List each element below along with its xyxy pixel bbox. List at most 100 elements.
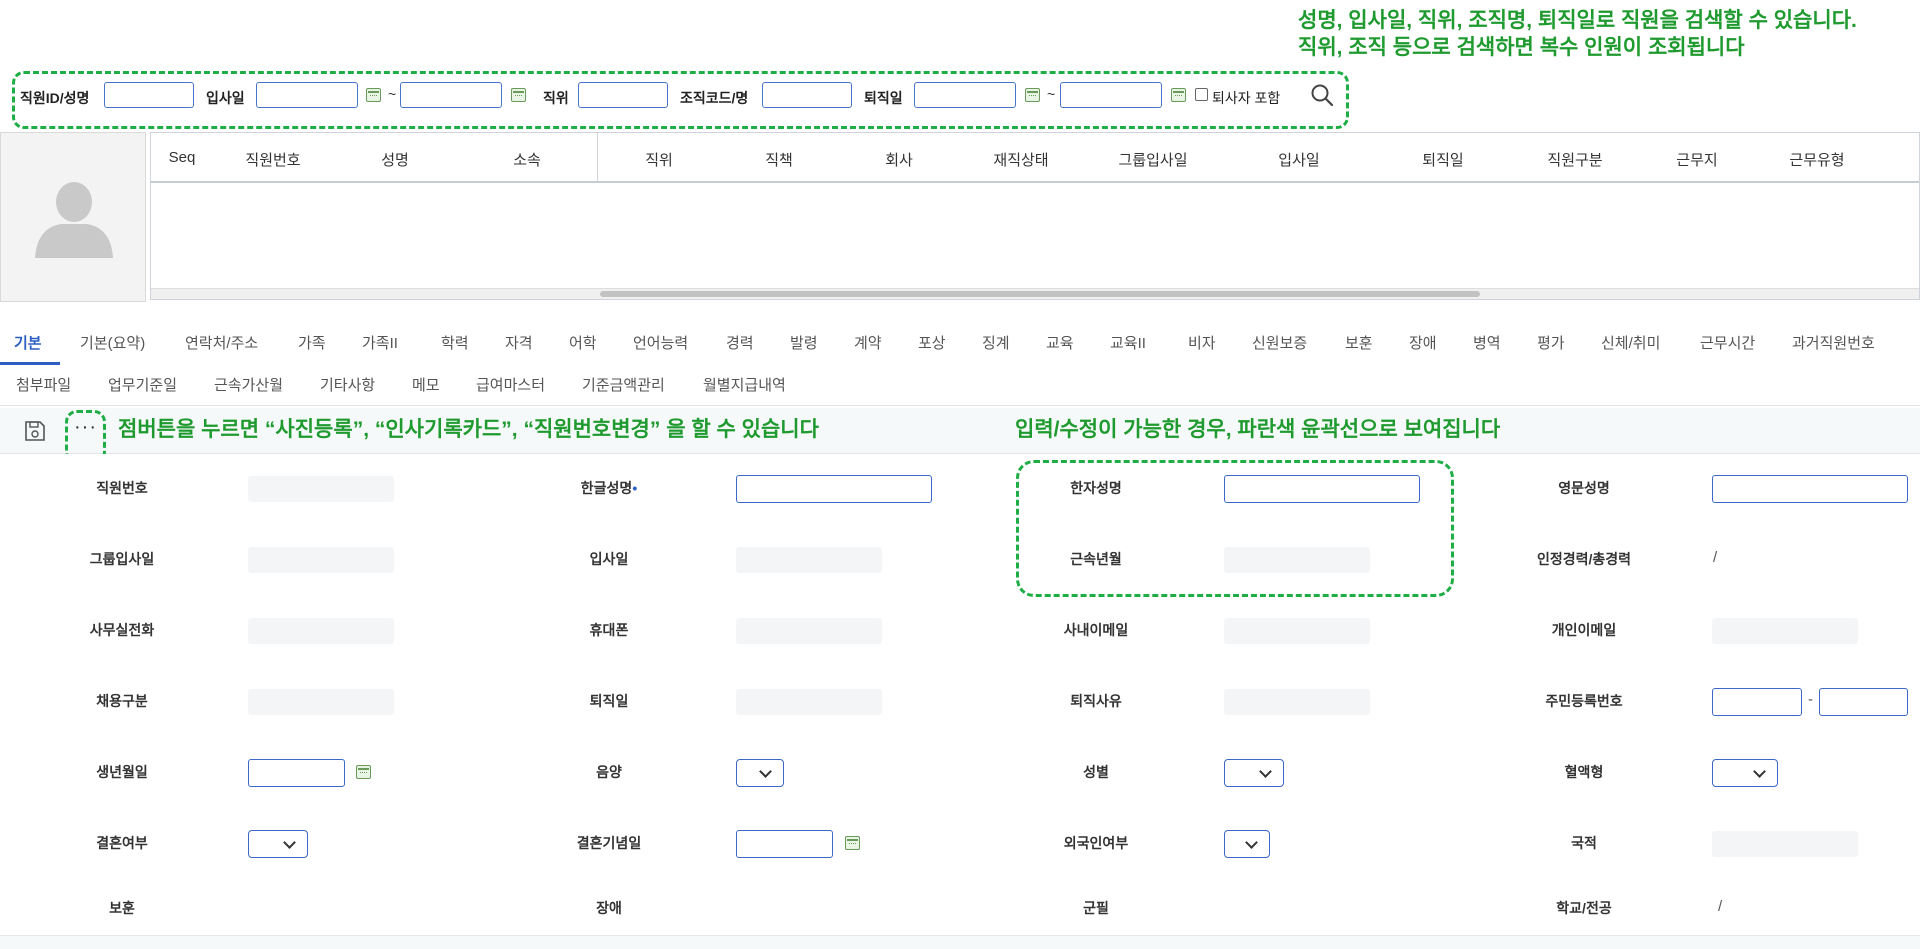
tab-work-hours[interactable]: 근무시간	[1700, 332, 1755, 353]
group-hire-date-label: 그룹입사일	[89, 551, 155, 567]
foreigner-select[interactable]	[1224, 830, 1270, 858]
rrn-separator: -	[1808, 691, 1813, 708]
mobile-value	[736, 618, 882, 644]
retire-date-field-label: 퇴직일	[589, 693, 629, 709]
tab-past-emp-no[interactable]: 과거직원번호	[1792, 332, 1875, 353]
grid-col-group-hire[interactable]: 그룹입사일	[1118, 149, 1187, 170]
tab-discipline[interactable]: 징계	[982, 332, 1010, 353]
tab-family[interactable]: 가족	[298, 332, 326, 353]
grid-col-company[interactable]: 회사	[885, 149, 913, 170]
grid-col-name[interactable]: 성명	[381, 149, 409, 170]
grid-col-retire[interactable]: 퇴직일	[1422, 149, 1463, 170]
calendar-icon[interactable]	[511, 88, 526, 102]
foreigner-label: 외국인여부	[1063, 835, 1129, 851]
calendar-icon[interactable]	[366, 88, 381, 102]
tab-training[interactable]: 교육	[1046, 332, 1074, 353]
tab-language-skill[interactable]: 언어능력	[633, 332, 688, 353]
veteran-label: 보훈	[109, 900, 135, 916]
employee-grid[interactable]: Seq 직원번호 성명 소속 직위 직책 회사 재직상태 그룹입사일 입사일 퇴…	[150, 132, 1920, 300]
blood-type-label: 혈액형	[1564, 764, 1604, 780]
retire-date-from-input[interactable]	[914, 82, 1016, 108]
tab-evaluation[interactable]: 평가	[1537, 332, 1565, 353]
disability-label: 장애	[596, 900, 622, 916]
lunar-solar-select[interactable]	[736, 759, 784, 787]
kor-name-input[interactable]	[736, 475, 932, 503]
gender-select[interactable]	[1224, 759, 1284, 787]
grid-col-emp-no[interactable]: 직원번호	[245, 149, 300, 170]
eng-name-input[interactable]	[1712, 475, 1908, 503]
grid-col-position[interactable]: 직위	[645, 149, 673, 170]
include-retired-checkbox[interactable]	[1195, 88, 1208, 101]
tab-language[interactable]: 어학	[569, 332, 597, 353]
position-search-input[interactable]	[578, 82, 668, 108]
tab-military[interactable]: 병역	[1473, 332, 1501, 353]
hire-date-value	[736, 547, 882, 573]
tab-monthly-pay[interactable]: 월별지급내역	[703, 374, 786, 395]
nationality-label: 국적	[1571, 835, 1597, 851]
position-label: 직위	[543, 90, 569, 106]
include-retired-label: 퇴사자 포함	[1212, 90, 1281, 106]
military-label: 군필	[1083, 900, 1109, 916]
tab-memo[interactable]: 메모	[412, 374, 440, 395]
school-major-label: 학교/전공	[1556, 900, 1612, 916]
grid-col-duty[interactable]: 직책	[765, 149, 793, 170]
tab-payroll-master[interactable]: 급여마스터	[476, 374, 545, 395]
retire-reason-label: 퇴직사유	[1070, 693, 1122, 709]
tab-training2[interactable]: 교육II	[1110, 332, 1146, 353]
tab-contact[interactable]: 연락처/주소	[185, 332, 258, 353]
blood-type-select[interactable]	[1712, 759, 1778, 787]
tab-attachments[interactable]: 첨부파일	[16, 374, 71, 395]
tab-base-date[interactable]: 업무기준일	[108, 374, 177, 395]
tab-contract[interactable]: 계약	[854, 332, 882, 353]
save-icon[interactable]	[24, 420, 46, 446]
hire-date-from-input[interactable]	[256, 82, 358, 108]
calendar-icon[interactable]	[1171, 88, 1186, 102]
calendar-icon[interactable]	[356, 765, 371, 779]
tab-career[interactable]: 경력	[726, 332, 754, 353]
tab-base-amount[interactable]: 기준금액관리	[582, 374, 665, 395]
tab-license[interactable]: 자격	[505, 332, 533, 353]
school-major-value: /	[1718, 898, 1723, 915]
birth-date-input[interactable]	[248, 759, 345, 787]
footer-strip	[0, 936, 1920, 949]
marital-label: 결혼여부	[96, 835, 148, 851]
tab-guarantee[interactable]: 신원보증	[1252, 332, 1307, 353]
rrn-front-input[interactable]	[1712, 688, 1802, 716]
tab-separator	[0, 405, 1920, 406]
calendar-icon[interactable]	[845, 836, 860, 850]
rrn-back-input[interactable]	[1819, 688, 1908, 716]
org-search-input[interactable]	[762, 82, 852, 108]
tab-visa[interactable]: 비자	[1188, 332, 1216, 353]
grid-col-dept[interactable]: 소속	[513, 149, 541, 170]
grid-col-emp-type[interactable]: 직원구분	[1547, 149, 1602, 170]
grid-col-workplace[interactable]: 근무지	[1676, 149, 1717, 170]
kor-name-label: 한글성명•	[580, 480, 638, 496]
tab-award[interactable]: 포상	[918, 332, 946, 353]
tab-appointment[interactable]: 발령	[790, 332, 818, 353]
search-icon[interactable]	[1310, 83, 1334, 107]
tab-basic-summary[interactable]: 기본(요약)	[80, 332, 145, 353]
grid-scroll-thumb[interactable]	[600, 291, 1480, 297]
tab-education[interactable]: 학력	[441, 332, 469, 353]
grid-col-hire[interactable]: 입사일	[1278, 149, 1319, 170]
tab-body-hobby[interactable]: 신체/취미	[1601, 332, 1660, 353]
hire-date-to-input[interactable]	[400, 82, 502, 108]
marital-select[interactable]	[248, 830, 308, 858]
grid-col-seq[interactable]: Seq	[169, 149, 196, 166]
tab-family2[interactable]: 가족II	[362, 332, 398, 353]
tab-etc[interactable]: 기타사항	[320, 374, 375, 395]
wedding-date-input[interactable]	[736, 830, 833, 858]
grid-scrollbar[interactable]	[151, 288, 1919, 299]
grid-col-status[interactable]: 재직상태	[993, 149, 1048, 170]
rrn-label: 주민등록번호	[1545, 693, 1623, 709]
employee-search-input[interactable]	[104, 82, 194, 108]
tab-basic[interactable]: 기본	[14, 332, 42, 353]
tab-disability[interactable]: 장애	[1409, 332, 1437, 353]
grid-col-work-type[interactable]: 근무유형	[1789, 149, 1844, 170]
retire-date-value	[736, 689, 882, 715]
employee-photo	[0, 132, 146, 302]
tab-veteran[interactable]: 보훈	[1345, 332, 1373, 353]
retire-date-to-input[interactable]	[1060, 82, 1162, 108]
calendar-icon[interactable]	[1025, 88, 1040, 102]
tab-service-bonus[interactable]: 근속가산월	[214, 374, 283, 395]
